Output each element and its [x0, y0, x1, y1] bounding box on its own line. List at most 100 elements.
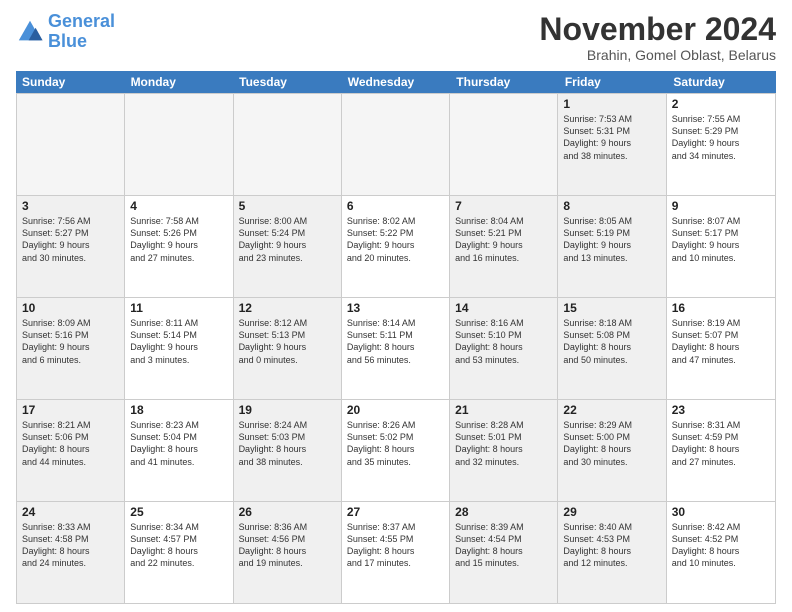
logo: General Blue — [16, 12, 115, 52]
cell-info: Sunrise: 8:16 AM Sunset: 5:10 PM Dayligh… — [455, 317, 552, 366]
cell-info: Sunrise: 8:39 AM Sunset: 4:54 PM Dayligh… — [455, 521, 552, 570]
day-number: 1 — [563, 97, 660, 111]
calendar-cell — [234, 94, 342, 195]
cell-info: Sunrise: 8:31 AM Sunset: 4:59 PM Dayligh… — [672, 419, 770, 468]
title-block: November 2024 Brahin, Gomel Oblast, Bela… — [539, 12, 776, 63]
calendar-body: 1 Sunrise: 7:53 AM Sunset: 5:31 PM Daylig… — [16, 93, 776, 604]
day-number: 24 — [22, 505, 119, 519]
weekday-header: Monday — [125, 71, 234, 93]
cell-info: Sunrise: 8:24 AM Sunset: 5:03 PM Dayligh… — [239, 419, 336, 468]
day-number: 8 — [563, 199, 660, 213]
cell-info: Sunrise: 8:26 AM Sunset: 5:02 PM Dayligh… — [347, 419, 444, 468]
day-number: 20 — [347, 403, 444, 417]
calendar-cell: 8 Sunrise: 8:05 AM Sunset: 5:19 PM Daylig… — [558, 196, 666, 297]
day-number: 4 — [130, 199, 227, 213]
cell-info: Sunrise: 8:34 AM Sunset: 4:57 PM Dayligh… — [130, 521, 227, 570]
calendar-cell — [125, 94, 233, 195]
calendar-row: 3 Sunrise: 7:56 AM Sunset: 5:27 PM Daylig… — [17, 196, 775, 298]
calendar-cell: 10 Sunrise: 8:09 AM Sunset: 5:16 PM Dayli… — [17, 298, 125, 399]
calendar-cell — [17, 94, 125, 195]
calendar-row: 10 Sunrise: 8:09 AM Sunset: 5:16 PM Dayli… — [17, 298, 775, 400]
weekday-header: Saturday — [667, 71, 776, 93]
cell-info: Sunrise: 8:02 AM Sunset: 5:22 PM Dayligh… — [347, 215, 444, 264]
cell-info: Sunrise: 8:29 AM Sunset: 5:00 PM Dayligh… — [563, 419, 660, 468]
logo-line2: Blue — [48, 32, 115, 52]
day-number: 18 — [130, 403, 227, 417]
calendar-cell: 14 Sunrise: 8:16 AM Sunset: 5:10 PM Dayli… — [450, 298, 558, 399]
cell-info: Sunrise: 8:04 AM Sunset: 5:21 PM Dayligh… — [455, 215, 552, 264]
cell-info: Sunrise: 8:37 AM Sunset: 4:55 PM Dayligh… — [347, 521, 444, 570]
day-number: 10 — [22, 301, 119, 315]
day-number: 21 — [455, 403, 552, 417]
day-number: 27 — [347, 505, 444, 519]
logo-line1: General — [48, 11, 115, 31]
calendar-cell: 22 Sunrise: 8:29 AM Sunset: 5:00 PM Dayli… — [558, 400, 666, 501]
day-number: 15 — [563, 301, 660, 315]
calendar-cell: 13Sunrise: 8:14 AM Sunset: 5:11 PM Dayli… — [342, 298, 450, 399]
cell-info: Sunrise: 7:53 AM Sunset: 5:31 PM Dayligh… — [563, 113, 660, 162]
calendar-cell: 11Sunrise: 8:11 AM Sunset: 5:14 PM Dayli… — [125, 298, 233, 399]
day-number: 17 — [22, 403, 119, 417]
cell-info: Sunrise: 8:40 AM Sunset: 4:53 PM Dayligh… — [563, 521, 660, 570]
calendar-cell: 20 Sunrise: 8:26 AM Sunset: 5:02 PM Dayli… — [342, 400, 450, 501]
cell-info: Sunrise: 8:19 AM Sunset: 5:07 PM Dayligh… — [672, 317, 770, 366]
calendar-cell: 29 Sunrise: 8:40 AM Sunset: 4:53 PM Dayli… — [558, 502, 666, 603]
calendar-cell: 17 Sunrise: 8:21 AM Sunset: 5:06 PM Dayli… — [17, 400, 125, 501]
calendar-cell: 12 Sunrise: 8:12 AM Sunset: 5:13 PM Dayli… — [234, 298, 342, 399]
cell-info: Sunrise: 8:18 AM Sunset: 5:08 PM Dayligh… — [563, 317, 660, 366]
calendar-cell: 5Sunrise: 8:00 AM Sunset: 5:24 PM Daylig… — [234, 196, 342, 297]
calendar-cell — [450, 94, 558, 195]
logo-icon — [16, 18, 44, 46]
cell-info: Sunrise: 8:36 AM Sunset: 4:56 PM Dayligh… — [239, 521, 336, 570]
cell-info: Sunrise: 8:21 AM Sunset: 5:06 PM Dayligh… — [22, 419, 119, 468]
calendar-cell: 16Sunrise: 8:19 AM Sunset: 5:07 PM Dayli… — [667, 298, 775, 399]
calendar-cell: 18 Sunrise: 8:23 AM Sunset: 5:04 PM Dayli… — [125, 400, 233, 501]
logo-text: General Blue — [48, 12, 115, 52]
day-number: 3 — [22, 199, 119, 213]
cell-info: Sunrise: 8:28 AM Sunset: 5:01 PM Dayligh… — [455, 419, 552, 468]
page: General Blue November 2024 Brahin, Gomel… — [0, 0, 792, 612]
calendar-cell: 21 Sunrise: 8:28 AM Sunset: 5:01 PM Dayli… — [450, 400, 558, 501]
calendar-cell: 28 Sunrise: 8:39 AM Sunset: 4:54 PM Dayli… — [450, 502, 558, 603]
day-number: 7 — [455, 199, 552, 213]
calendar-cell: 4Sunrise: 7:58 AM Sunset: 5:26 PM Daylig… — [125, 196, 233, 297]
calendar-cell: 15 Sunrise: 8:18 AM Sunset: 5:08 PM Dayli… — [558, 298, 666, 399]
cell-info: Sunrise: 8:14 AM Sunset: 5:11 PM Dayligh… — [347, 317, 444, 366]
weekday-header: Wednesday — [342, 71, 451, 93]
cell-info: Sunrise: 7:56 AM Sunset: 5:27 PM Dayligh… — [22, 215, 119, 264]
calendar-cell: 24Sunrise: 8:33 AM Sunset: 4:58 PM Dayli… — [17, 502, 125, 603]
day-number: 2 — [672, 97, 770, 111]
calendar-row: 1 Sunrise: 7:53 AM Sunset: 5:31 PM Daylig… — [17, 94, 775, 196]
calendar-row: 24Sunrise: 8:33 AM Sunset: 4:58 PM Dayli… — [17, 502, 775, 603]
calendar: SundayMondayTuesdayWednesdayThursdayFrid… — [16, 71, 776, 604]
day-number: 5 — [239, 199, 336, 213]
calendar-cell: 3 Sunrise: 7:56 AM Sunset: 5:27 PM Daylig… — [17, 196, 125, 297]
day-number: 11 — [130, 301, 227, 315]
calendar-cell: 7 Sunrise: 8:04 AM Sunset: 5:21 PM Daylig… — [450, 196, 558, 297]
calendar-cell: 23Sunrise: 8:31 AM Sunset: 4:59 PM Dayli… — [667, 400, 775, 501]
calendar-cell: 27 Sunrise: 8:37 AM Sunset: 4:55 PM Dayli… — [342, 502, 450, 603]
calendar-cell: 1 Sunrise: 7:53 AM Sunset: 5:31 PM Daylig… — [558, 94, 666, 195]
day-number: 22 — [563, 403, 660, 417]
weekday-header: Friday — [559, 71, 668, 93]
calendar-cell: 19Sunrise: 8:24 AM Sunset: 5:03 PM Dayli… — [234, 400, 342, 501]
day-number: 30 — [672, 505, 770, 519]
cell-info: Sunrise: 8:07 AM Sunset: 5:17 PM Dayligh… — [672, 215, 770, 264]
day-number: 29 — [563, 505, 660, 519]
day-number: 26 — [239, 505, 336, 519]
cell-info: Sunrise: 8:42 AM Sunset: 4:52 PM Dayligh… — [672, 521, 770, 570]
day-number: 25 — [130, 505, 227, 519]
cell-info: Sunrise: 8:05 AM Sunset: 5:19 PM Dayligh… — [563, 215, 660, 264]
cell-info: Sunrise: 8:09 AM Sunset: 5:16 PM Dayligh… — [22, 317, 119, 366]
calendar-cell: 2Sunrise: 7:55 AM Sunset: 5:29 PM Daylig… — [667, 94, 775, 195]
day-number: 14 — [455, 301, 552, 315]
day-number: 28 — [455, 505, 552, 519]
day-number: 9 — [672, 199, 770, 213]
calendar-cell: 26 Sunrise: 8:36 AM Sunset: 4:56 PM Dayli… — [234, 502, 342, 603]
weekday-header: Sunday — [16, 71, 125, 93]
location: Brahin, Gomel Oblast, Belarus — [539, 47, 776, 63]
day-number: 12 — [239, 301, 336, 315]
cell-info: Sunrise: 8:12 AM Sunset: 5:13 PM Dayligh… — [239, 317, 336, 366]
cell-info: Sunrise: 8:23 AM Sunset: 5:04 PM Dayligh… — [130, 419, 227, 468]
calendar-cell: 30 Sunrise: 8:42 AM Sunset: 4:52 PM Dayli… — [667, 502, 775, 603]
